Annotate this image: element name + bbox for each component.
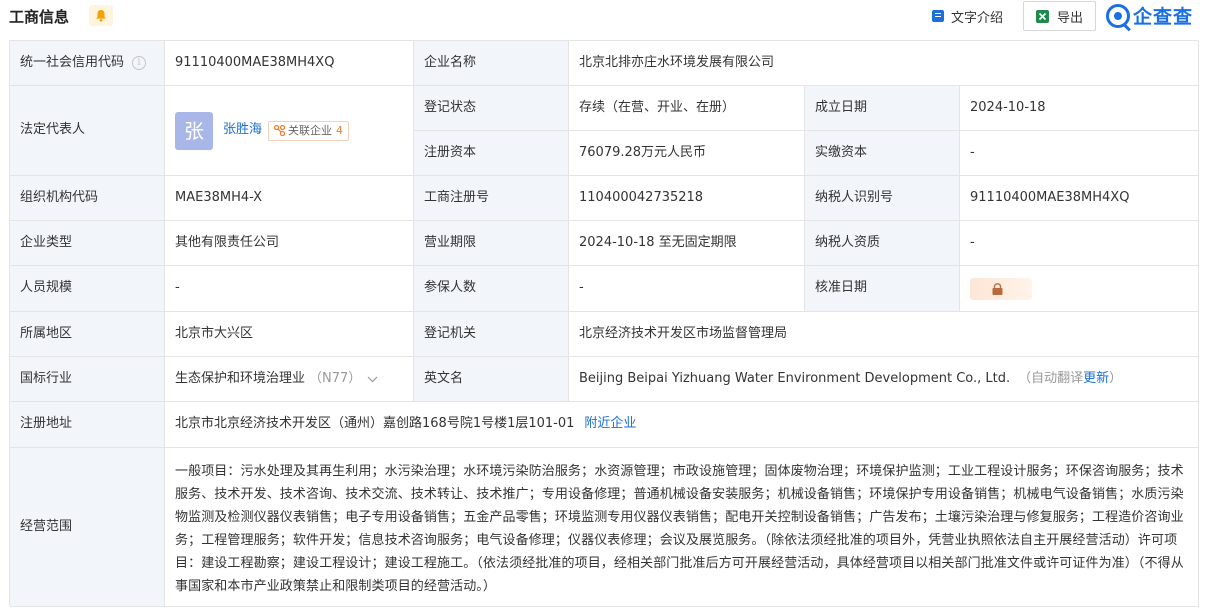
reg-status-label: 登记状态 — [414, 86, 569, 131]
address-value: 北京市北京经济技术开发区（通州）嘉创路168号院1号楼1层101-01 — [175, 416, 575, 432]
export-button[interactable]: 导出 — [1023, 1, 1096, 31]
industry-cell[interactable]: 生态保护和环境治理业 （N77） — [165, 357, 414, 402]
info-icon[interactable]: i — [132, 56, 147, 70]
reg-capital-value: 76079.28万元人民币 — [569, 131, 805, 176]
company-name-value: 北京北排亦庄水环境发展有限公司 — [569, 41, 1199, 86]
staff-size-value: - — [165, 266, 414, 312]
bell-icon[interactable] — [89, 5, 113, 26]
biz-term-label: 营业期限 — [414, 221, 569, 266]
paid-capital-value: - — [960, 131, 1199, 176]
scope-label: 经营范围 — [10, 448, 165, 607]
related-icon — [274, 125, 286, 136]
taxpayer-id-label: 纳税人识别号 — [805, 176, 960, 221]
org-code-label: 组织机构代码 — [10, 176, 165, 221]
related-companies-tag[interactable]: 关联企业 4 — [268, 120, 350, 141]
english-name-label: 英文名 — [414, 357, 569, 402]
legal-rep-label: 法定代表人 — [10, 86, 165, 176]
industry-label: 国标行业 — [10, 357, 165, 402]
update-link[interactable]: 更新 — [1083, 371, 1109, 386]
approval-date-label: 核准日期 — [805, 266, 960, 312]
nearby-companies-link[interactable]: 附近企业 — [584, 415, 636, 433]
related-label: 关联企业 — [288, 123, 333, 137]
reg-capital-label: 注册资本 — [414, 131, 569, 176]
insured-value: - — [569, 266, 805, 312]
industry-value: 生态保护和环境治理业 — [175, 370, 306, 386]
biz-reg-no-label: 工商注册号 — [414, 176, 569, 221]
locked-value[interactable] — [970, 277, 1032, 300]
biz-term-value: 2024-10-18 至无固定期限 — [569, 221, 805, 266]
taxpayer-id-value: 91110400MAE38MH4XQ — [960, 176, 1199, 221]
brand-name: 企查查 — [1133, 6, 1194, 28]
paid-capital-label: 实缴资本 — [805, 131, 960, 176]
english-name-value: Beijing Beipai Yizhuang Water Environmen… — [579, 370, 1011, 386]
chevron-down-icon[interactable] — [367, 376, 378, 383]
qcc-logo-icon — [1106, 3, 1130, 28]
credit-code-label-cell: 统一社会信用代码 i — [10, 41, 165, 86]
credit-code-label: 统一社会信用代码 — [20, 54, 125, 70]
taxpayer-qual-label: 纳税人资质 — [805, 221, 960, 266]
avatar[interactable]: 张 — [175, 111, 213, 150]
biz-reg-no-value: 110400042735218 — [569, 176, 805, 221]
section-header: 工商信息 文字介绍 导出 企查查 — [0, 0, 1206, 34]
reg-status-value: 存续（在营、开业、在册） — [569, 86, 805, 131]
company-name-label: 企业名称 — [414, 41, 569, 86]
lock-icon — [992, 282, 1003, 295]
export-label: 导出 — [1056, 10, 1083, 26]
excel-icon — [1035, 9, 1049, 23]
auto-translate-text: （自动翻译 — [1018, 370, 1084, 386]
company-type-value: 其他有限责任公司 — [165, 221, 414, 266]
text-intro-button[interactable]: 文字介绍 — [932, 8, 1004, 26]
industry-code: （N77） — [309, 370, 362, 386]
english-name-cell: Beijing Beipai Yizhuang Water Environmen… — [569, 357, 1199, 402]
staff-size-label: 人员规模 — [10, 266, 165, 312]
related-count: 4 — [336, 123, 344, 137]
taxpayer-qual-value: - — [960, 221, 1199, 266]
business-info-table: 统一社会信用代码 i 91110400MAE38MH4XQ 企业名称 北京北排亦… — [9, 40, 1199, 607]
found-date-label: 成立日期 — [805, 86, 960, 131]
scope-value: 一般项目：污水处理及其再生利用；水污染治理；水环境污染防治服务；水资源管理；市政… — [165, 448, 1199, 607]
auto-translate-note: （自动翻译更新） — [1018, 370, 1122, 388]
address-cell: 北京市北京经济技术开发区（通州）嘉创路168号院1号楼1层101-01 附近企业 — [165, 402, 1199, 448]
auto-translate-end: ） — [1109, 370, 1123, 386]
legal-rep-cell: 张 张胜海 关联企业 4 — [165, 86, 414, 176]
brand-logo: 企查查 — [1106, 2, 1193, 29]
text-intro-label: 文字介绍 — [951, 10, 1004, 26]
org-code-value: MAE38MH4-X — [165, 176, 414, 221]
legal-rep-name-link[interactable]: 张胜海 — [223, 121, 262, 139]
found-date-value: 2024-10-18 — [960, 86, 1199, 131]
authority-value: 北京经济技术开发区市场监督管理局 — [569, 312, 1199, 357]
authority-label: 登记机关 — [414, 312, 569, 357]
region-value: 北京市大兴区 — [165, 312, 414, 357]
company-type-label: 企业类型 — [10, 221, 165, 266]
document-icon — [932, 10, 944, 22]
credit-code-value: 91110400MAE38MH4XQ — [165, 41, 414, 86]
section-title: 工商信息 — [9, 8, 70, 26]
approval-date-cell — [960, 266, 1199, 312]
address-label: 注册地址 — [10, 402, 165, 448]
region-label: 所属地区 — [10, 312, 165, 357]
insured-label: 参保人数 — [414, 266, 569, 312]
